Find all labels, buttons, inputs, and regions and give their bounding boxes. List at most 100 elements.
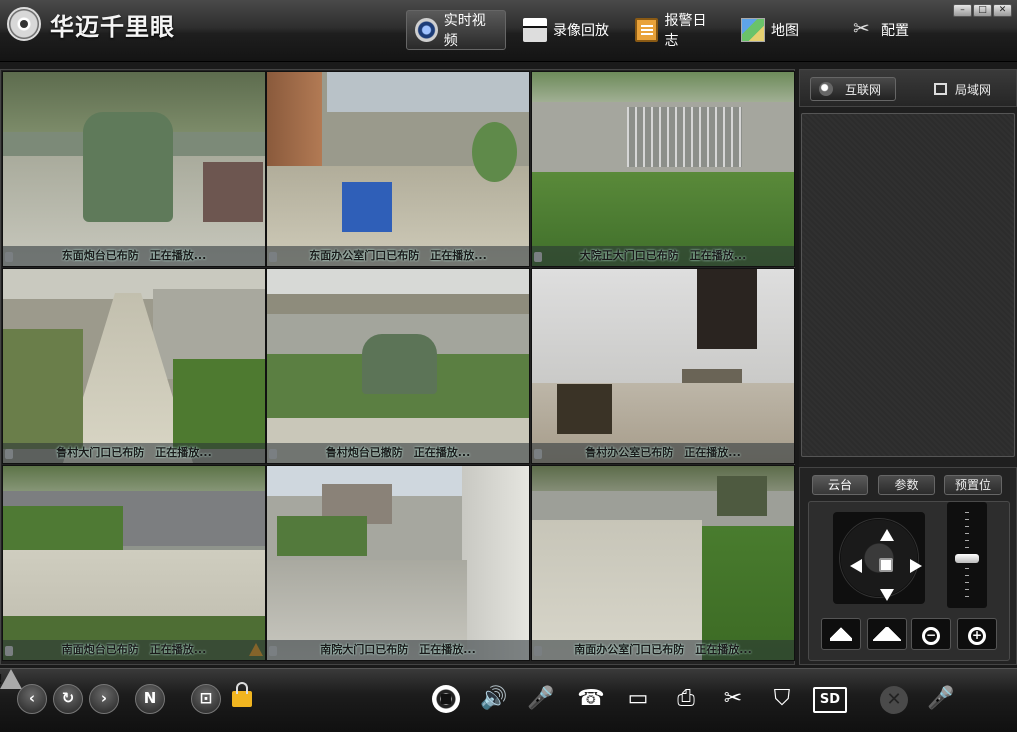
globe-icon xyxy=(819,82,833,96)
tab-preset[interactable]: 预置位 xyxy=(944,475,1002,495)
lan-icon xyxy=(934,83,947,95)
video-cell-5[interactable]: 鲁村炮台已撤防 正在播放... xyxy=(266,268,530,464)
ptz-left-arrow-icon[interactable] xyxy=(850,559,862,573)
microphone-button[interactable]: 🎤 xyxy=(525,684,557,716)
video-grid: 东面炮台已布防 正在播放... 东面办公室门口已布防 正在播放... 大院正大门… xyxy=(0,69,795,665)
camera-caption: 鲁村炮台已撤防 正在播放... xyxy=(267,443,529,463)
tab-ptz[interactable]: 云台 xyxy=(812,475,868,495)
intercom-button[interactable]: ☎ xyxy=(575,684,607,716)
close-circle-icon: ✕ xyxy=(880,686,908,714)
ptz-controls: − + xyxy=(808,501,1010,661)
video-frame xyxy=(3,466,265,660)
video-cell-4[interactable]: 鲁村大门口已布防 正在播放... xyxy=(2,268,266,464)
clapper-icon xyxy=(523,18,547,42)
focus-near-button[interactable] xyxy=(821,618,861,650)
zoom-out-button[interactable]: − xyxy=(911,618,951,650)
nav-label: 报警日志 xyxy=(664,13,707,49)
bottom-toolbar: ‹ ↻ › N ⊡ 🔊 🎤 ☎ ▭ ⎙ ✂ ⛉ SD ✕ 🎤 xyxy=(0,668,1017,732)
minimize-button[interactable]: – xyxy=(953,4,972,17)
tab-params[interactable]: 参数 xyxy=(878,475,935,495)
video-cell-6[interactable]: 鲁村办公室已布防 正在播放... xyxy=(531,268,795,464)
network-tabs: 互联网 局域网 xyxy=(799,69,1017,107)
sd-quality-button[interactable]: SD xyxy=(813,687,847,713)
zoom-out-icon: − xyxy=(922,627,940,645)
clipboard-icon xyxy=(635,18,659,42)
zoom-in-button[interactable]: + xyxy=(957,618,997,650)
video-cell-1[interactable]: 东面炮台已布防 正在播放... xyxy=(2,71,266,267)
video-frame xyxy=(3,269,265,463)
nav-label: 配置 xyxy=(881,23,909,39)
tab-label: 互联网 xyxy=(845,82,882,97)
camera-caption: 东面炮台已布防 正在播放... xyxy=(3,246,265,266)
video-frame xyxy=(3,72,265,266)
focus-far-button[interactable] xyxy=(867,618,907,650)
snapshot-button[interactable]: ⎙ xyxy=(670,684,702,716)
nav-map[interactable]: 地图 xyxy=(733,10,813,50)
direction-pad xyxy=(833,512,925,604)
nav-label: 录像回放 xyxy=(553,23,609,39)
disabled-mic-button: 🎤 xyxy=(927,686,955,711)
mountain-large-icon xyxy=(873,627,901,641)
slider-thumb[interactable] xyxy=(955,554,979,564)
maximize-button[interactable]: □ xyxy=(973,4,992,17)
zoom-in-icon: + xyxy=(968,627,986,645)
camera-caption: 南面炮台已布防 正在播放... xyxy=(3,640,265,660)
video-frame xyxy=(267,72,529,266)
video-frame xyxy=(267,269,529,463)
video-cell-9[interactable]: 南面办公室门口已布防 正在播放... xyxy=(531,465,795,661)
camera-icon xyxy=(415,18,438,42)
video-cell-7[interactable]: 南面炮台已布防 正在播放... xyxy=(2,465,266,661)
ptz-down-arrow-icon[interactable] xyxy=(880,589,894,601)
device-list-panel[interactable] xyxy=(801,113,1015,457)
disabled-close-button: ✕ xyxy=(878,684,910,716)
stop-playback-button[interactable] xyxy=(430,684,462,716)
volume-button[interactable]: 🔊 xyxy=(478,684,510,716)
ptz-right-arrow-icon[interactable] xyxy=(910,559,922,573)
camera-caption: 鲁村大门口已布防 正在播放... xyxy=(3,443,265,463)
video-cell-2[interactable]: 东面办公室门口已布防 正在播放... xyxy=(266,71,530,267)
ptz-speed-slider[interactable] xyxy=(947,502,987,608)
title-bar: 华迈千里眼 实时视频 录像回放 报警日志 地图 配置 – □ ✕ xyxy=(0,0,1017,62)
nav-live-video[interactable]: 实时视频 xyxy=(406,10,506,50)
ptz-stop-button[interactable] xyxy=(879,558,893,572)
refresh-button[interactable]: ↻ xyxy=(53,684,83,714)
video-frame xyxy=(532,466,794,660)
next-page-button[interactable]: › xyxy=(89,684,119,714)
right-panel: 互联网 局域网 云台 参数 预置位 − + xyxy=(799,69,1017,665)
ptz-panel: 云台 参数 预置位 − + xyxy=(799,467,1017,665)
app-title: 华迈千里眼 xyxy=(50,13,175,41)
mountain-small-icon xyxy=(830,627,852,641)
map-icon xyxy=(741,18,765,42)
arm-shield-button[interactable]: ⛉ xyxy=(766,684,798,716)
layout-n-button[interactable]: N xyxy=(135,684,165,714)
nav-config[interactable]: 配置 xyxy=(843,10,923,50)
video-frame xyxy=(267,466,529,660)
video-frame xyxy=(532,72,794,266)
tab-label: 局域网 xyxy=(955,82,992,97)
ptz-up-arrow-icon[interactable] xyxy=(880,529,894,541)
lock-icon[interactable] xyxy=(232,682,252,707)
camera-caption: 南院大门口已布防 正在播放... xyxy=(267,640,529,660)
record-button[interactable]: ▭ xyxy=(622,684,654,716)
nav-playback[interactable]: 录像回放 xyxy=(515,10,620,50)
tab-lan[interactable]: 局域网 xyxy=(926,77,1006,101)
stop-icon xyxy=(432,685,460,713)
camera-caption: 鲁村办公室已布防 正在播放... xyxy=(532,443,794,463)
tools-icon xyxy=(851,16,875,42)
alert-warning-icon[interactable] xyxy=(0,669,22,689)
video-cell-3[interactable]: 大院正大门口已布防 正在播放... xyxy=(531,71,795,267)
direction-ring xyxy=(839,518,922,601)
fullscreen-button[interactable]: ⊡ xyxy=(191,684,221,714)
tab-internet[interactable]: 互联网 xyxy=(810,77,896,101)
logo-eye-icon xyxy=(7,7,41,41)
close-button[interactable]: ✕ xyxy=(993,4,1012,17)
prev-page-button[interactable]: ‹ xyxy=(17,684,47,714)
clip-button[interactable]: ✂ xyxy=(717,684,749,716)
camera-caption: 南面办公室门口已布防 正在播放... xyxy=(532,640,794,660)
nav-alarm-log[interactable]: 报警日志 xyxy=(627,10,727,50)
video-frame xyxy=(532,269,794,463)
nav-label: 地图 xyxy=(771,23,799,39)
video-cell-8[interactable]: 南院大门口已布防 正在播放... xyxy=(266,465,530,661)
camera-caption: 东面办公室门口已布防 正在播放... xyxy=(267,246,529,266)
nav-label: 实时视频 xyxy=(443,13,486,49)
